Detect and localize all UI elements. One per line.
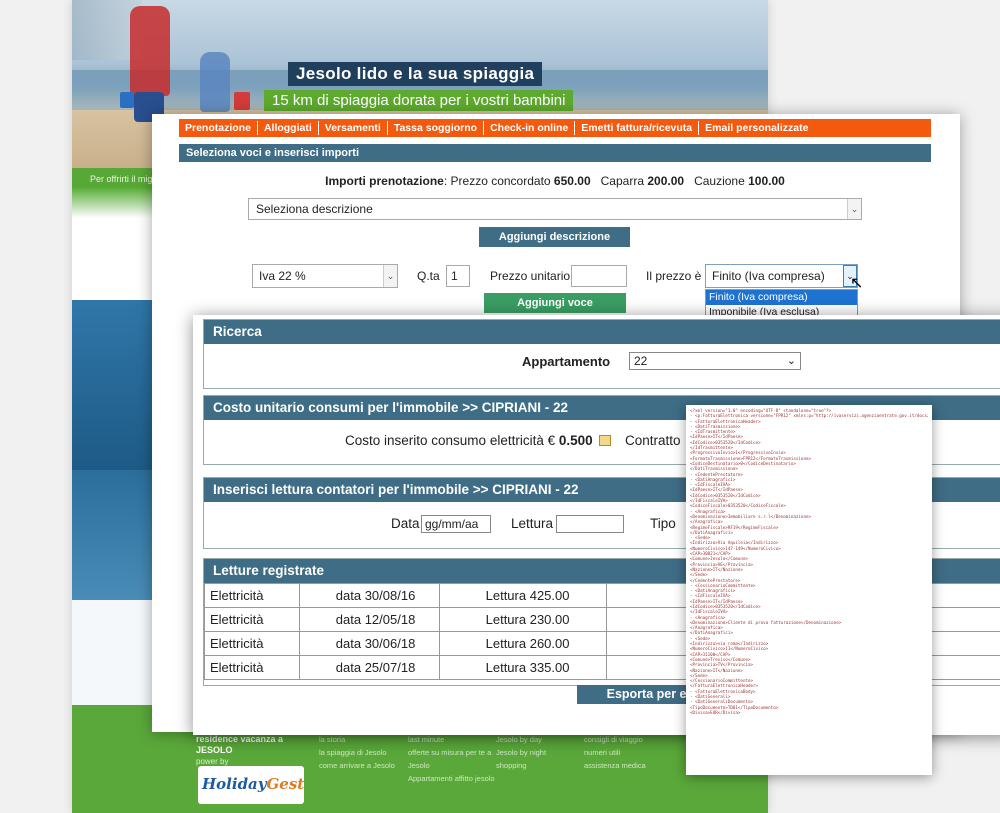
lettura-label: Lettura [511,516,554,531]
aggiungi-voce-button[interactable]: Aggiungi voce [484,293,626,313]
costo-label: Costo inserito consumo elettricità € [345,433,556,448]
hero-bucket [120,92,134,108]
tab-prenotazione[interactable]: Prenotazione [179,121,258,135]
section-header: Seleziona voci e inserisci importi [179,144,931,162]
footer-col-2: last minute offerte su misura per te a J… [408,733,495,785]
qta-label: Q.ta [417,269,440,283]
strip-text: Per offrirti il mig [90,174,153,184]
table-cell: Lettura 335.00 [438,655,608,680]
tab-emetti-fattura[interactable]: Emetti fattura/ricevuta [575,121,700,135]
chevron-down-icon: ⌄ [786,355,796,367]
footer-link[interactable]: shopping [496,759,546,772]
table-cell: Elettricità [204,583,300,608]
hero-title: Jesolo lido e la sua spiaggia [288,62,543,86]
table-cell: Elettricità [204,631,300,656]
caparra-value: 200.00 [647,174,685,188]
ricerca-header: Ricerca [204,320,1000,344]
tab-check-in-online[interactable]: Check-in online [484,121,576,135]
prezzo-unitario-input[interactable] [571,265,627,287]
aggiungi-descrizione-button[interactable]: Aggiungi descrizione [479,227,630,247]
holidaygest-logo[interactable]: HolidayGest [198,766,304,804]
caparra-label: Caparra [600,174,644,188]
hero-child-figure [130,6,170,96]
footer-col-4: consigli di viaggio numeri utili assiste… [584,733,646,772]
ricerca-section: Ricerca Appartamento 22 ⌄ [203,319,1000,389]
table-cell: Lettura 425.00 [438,583,608,608]
footer-link[interactable]: numeri utili [584,746,646,759]
hero-subtitle: 15 km di spiaggia dorata per i vostri ba… [264,90,574,111]
footer-power-by: power by [196,757,229,766]
dropdown-option-selected[interactable]: Finito (Iva compresa) [706,290,857,305]
tab-versamenti[interactable]: Versamenti [319,121,388,135]
table-cell: Lettura 260.00 [438,631,608,656]
costo-value: 0.500 [558,433,593,448]
chevron-down-icon: ⌄ [383,265,397,287]
cauzione-value: 100.00 [748,174,785,188]
lettura-input[interactable] [556,515,624,533]
tipo-label: Tipo [650,516,676,531]
footer-col-3: Jesolo by day Jesolo by night shopping [496,733,546,772]
mouse-cursor-icon: ↖ [850,275,864,292]
footer-col-1: la storia la spiaggia di Jesolo come arr… [319,733,395,772]
footer-link[interactable]: Jesolo [408,759,495,772]
logo-holiday-text: Holiday [202,775,267,793]
iva-select[interactable]: Iva 22 % ⌄ [252,264,398,288]
tab-alloggiati[interactable]: Alloggiati [258,121,319,135]
booking-tabs: Prenotazione Alloggiati Versamenti Tassa… [179,119,931,137]
xml-line: <Divisa>EUR</Divisa> [690,709,741,715]
hero-bucket [234,92,250,110]
prezzo-label: Prezzo concordato [450,174,551,188]
table-cell: Elettricità [204,655,300,680]
qta-input[interactable]: 1 [446,265,470,287]
table-cell: Lettura 230.00 [438,607,608,632]
prezzo-tipo-value: Finito (Iva compresa) [712,269,825,283]
iva-select-value: Iva 22 % [259,269,306,283]
appartamento-label: Appartamento [522,354,611,369]
table-cell: data 12/05/18 [298,607,440,632]
data-label: Data [391,516,420,531]
footer-link[interactable]: la spiaggia di Jesolo [319,746,395,759]
contratto-label: Contratto [625,433,681,448]
prezzo-e-label: Il prezzo è [646,269,702,283]
appartamento-select[interactable]: 22 ⌄ [629,352,801,370]
data-input[interactable]: gg/mm/aa [421,515,491,533]
footer-brand-line: residence vacanza a [196,734,284,744]
importi-prenotazione: Importi prenotazione: Prezzo concordato … [325,174,785,188]
importi-label: Importi prenotazione [325,174,444,188]
chevron-down-icon: ⌄ [847,199,861,219]
footer-link[interactable]: Appartamenti affitto jesolo [408,772,495,785]
footer-link[interactable]: Jesolo by night [496,746,546,759]
costo-consumo: Costo inserito consumo elettricità € 0.5… [345,433,611,448]
prezzo-tipo-select[interactable]: Finito (Iva compresa) ⌄ [705,264,858,288]
descrizione-select-value: Seleziona descrizione [256,202,373,216]
prezzo-value: 650.00 [553,174,591,188]
table-cell: data 30/08/16 [298,583,440,608]
appartamento-value: 22 [634,354,648,368]
logo-gest-text: Gest [266,775,305,793]
footer-link[interactable]: assistenza medica [584,759,646,772]
descrizione-select[interactable]: Seleziona descrizione ⌄ [248,198,862,220]
table-cell: Elettricità [204,607,300,632]
footer-brand: residence vacanza a JESOLO [196,734,283,756]
xml-line: - <p:FatturaElettronica versione="FPR12"… [690,413,928,419]
footer-link[interactable]: offerte su misura per te a [408,746,495,759]
table-cell: data 30/06/18 [298,631,440,656]
table-cell: data 25/07/18 [298,655,440,680]
prezzo-unitario-label: Prezzo unitario [490,269,571,283]
tab-tassa-soggiorno[interactable]: Tassa soggiorno [388,121,485,135]
hero-child-figure [200,52,230,112]
xml-fattura-document: <?xml version="1.0" encoding="UTF-8" sta… [686,405,932,775]
footer-brand-line: JESOLO [196,745,233,755]
tab-email-personalizzate[interactable]: Email personalizzate [699,121,814,135]
cauzione-label: Cauzione [694,174,745,188]
edit-note-icon[interactable] [598,435,611,446]
footer-link[interactable]: come arrivare a Jesolo [319,759,395,772]
